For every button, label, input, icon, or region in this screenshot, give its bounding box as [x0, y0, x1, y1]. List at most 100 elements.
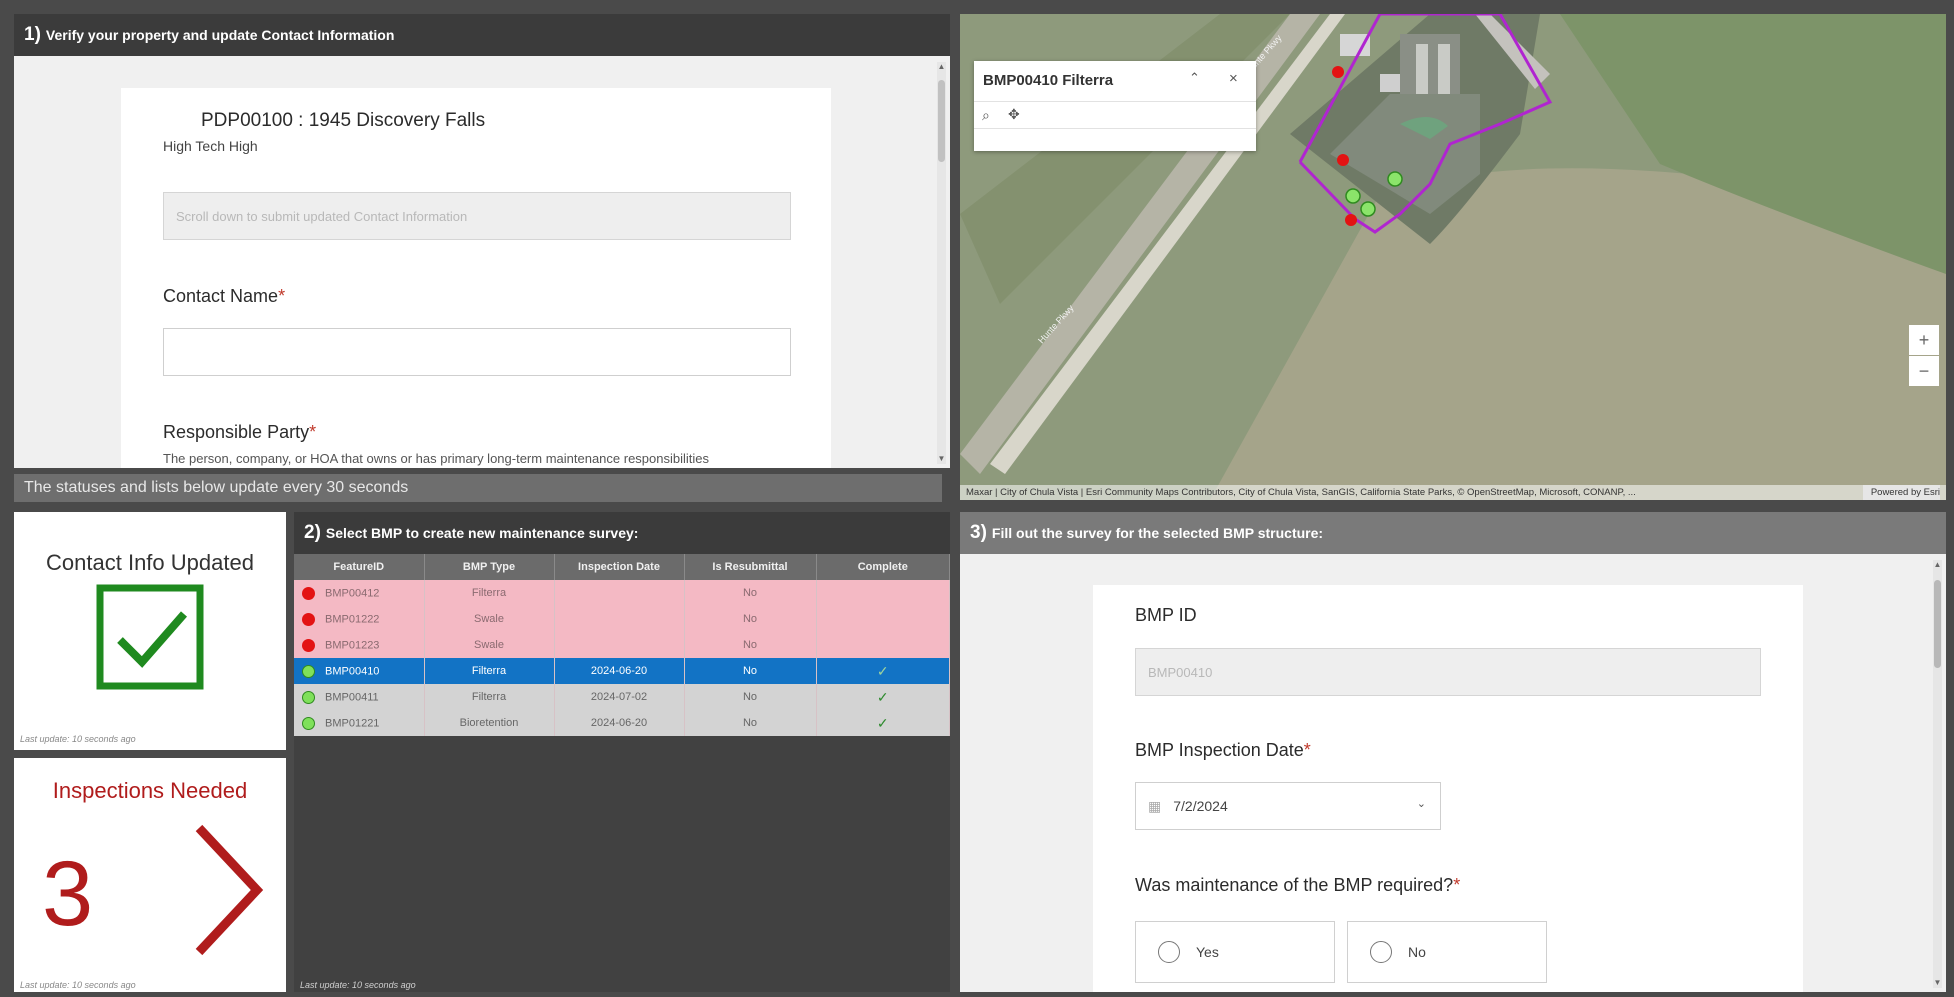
property-subtitle: High Tech High: [163, 138, 258, 154]
column-header-complete[interactable]: Complete: [816, 554, 950, 580]
table-row[interactable]: BMP00412 Filterra No: [294, 580, 950, 606]
powered-by-esri-link[interactable]: Powered by Esri: [1862, 485, 1940, 500]
complete-check-icon: ✓: [876, 714, 889, 731]
survey-form: BMP ID BMP00410 BMP Inspection Date* ▦ 7…: [1093, 585, 1803, 992]
panel-3-heading: Fill out the survey for the selected BMP…: [991, 525, 1324, 541]
inspections-needed-widget[interactable]: Inspections Needed 3 Last update: 10 sec…: [14, 758, 286, 992]
column-header-featureid[interactable]: FeatureID: [294, 554, 425, 580]
contact-name-input[interactable]: [163, 328, 791, 376]
panel-2-header: 2) Select BMP to create new maintenance …: [294, 512, 950, 554]
table-footer: Last update: 10 seconds ago: [300, 980, 416, 990]
status-red-dot-icon: [302, 638, 315, 652]
row-complete: [816, 632, 950, 658]
row-resubmittal: No: [684, 710, 817, 736]
row-featureid: BMP00411: [294, 684, 425, 710]
row-featureid: BMP00412: [294, 580, 425, 606]
contact-info-title: Contact Info Updated: [46, 550, 254, 575]
row-resubmittal: No: [684, 658, 817, 684]
row-complete: [816, 580, 950, 606]
row-complete: ✓: [816, 684, 950, 710]
map-popup: BMP00410 Filterra ⌃ × ⌕ ✥: [974, 61, 1256, 151]
zoom-in-button[interactable]: +: [1909, 325, 1939, 355]
contact-form: PDP00100 : 1945 Discovery Falls High Tec…: [121, 88, 831, 468]
table-row[interactable]: BMP01223 Swale No: [294, 632, 950, 658]
option-yes-label: Yes: [1196, 944, 1219, 960]
inspections-count: 3: [42, 843, 94, 945]
row-resubmittal: No: [684, 684, 817, 710]
scroll-up-arrow-icon[interactable]: ▲: [1933, 560, 1942, 570]
row-complete: ✓: [816, 658, 950, 684]
chevron-up-icon[interactable]: ⌃: [1189, 70, 1200, 86]
inspection-date-label: BMP Inspection Date*: [1135, 740, 1311, 760]
row-bmp-type: Swale: [424, 632, 555, 658]
status-bar: The statuses and lists below update ever…: [14, 474, 942, 502]
radio-circle-icon[interactable]: [1158, 941, 1180, 963]
bmp-list-panel: 2) Select BMP to create new maintenance …: [294, 512, 950, 992]
row-bmp-type: Filterra: [424, 580, 555, 606]
close-icon[interactable]: ×: [1229, 70, 1238, 87]
column-header-bmp-type[interactable]: BMP Type: [424, 554, 555, 580]
survey-panel: 3) Fill out the survey for the selected …: [960, 512, 1946, 992]
map-attribution: Maxar | City of Chula Vista | Esri Commu…: [960, 485, 1946, 500]
inspection-date-picker[interactable]: ▦ 7/2/2024 ⌄: [1135, 782, 1441, 830]
map-view[interactable]: Hunte Pkwy Hunte Pkwy BMP00410 Filterra …: [960, 14, 1946, 500]
status-green-dot-icon: [302, 664, 315, 678]
column-header-inspection-date[interactable]: Inspection Date: [554, 554, 685, 580]
status-red-dot-icon: [302, 612, 315, 626]
scroll-thumb[interactable]: [938, 80, 945, 162]
popup-title: BMP00410 Filterra: [983, 72, 1114, 89]
panel-1-heading: Verify your property and update Contact …: [45, 27, 395, 43]
table-row[interactable]: BMP00411 Filterra 2024-07-02 No ✓: [294, 684, 950, 710]
inspection-date-value: 7/2/2024: [1173, 798, 1228, 814]
status-red-dot-icon: [302, 586, 315, 600]
scroll-down-arrow-icon[interactable]: ▼: [937, 454, 946, 464]
contact-info-panel: 1) Verify your property and update Conta…: [14, 14, 950, 468]
row-inspection-date: 2024-06-20: [554, 710, 685, 736]
zoom-to-icon[interactable]: ⌕: [982, 107, 990, 124]
panel-3-scrollbar[interactable]: ▲ ▼: [1933, 560, 1942, 988]
column-header-is-resubmittal[interactable]: Is Resubmittal: [684, 554, 817, 580]
table-row[interactable]: BMP01221 Bioretention 2024-06-20 No ✓: [294, 710, 950, 736]
inspections-title: Inspections Needed: [52, 778, 248, 803]
scroll-down-arrow-icon[interactable]: ▼: [1933, 978, 1942, 988]
status-green-dot-icon: [302, 716, 315, 730]
row-resubmittal: No: [684, 632, 817, 658]
pan-icon[interactable]: ✥: [1008, 106, 1020, 123]
bmp-table: FeatureID BMP Type Inspection Date Is Re…: [294, 554, 950, 736]
row-inspection-date: [554, 632, 685, 658]
chevron-right-icon: [189, 820, 269, 960]
maintenance-question-label: Was maintenance of the BMP required?*: [1135, 875, 1461, 895]
attribution-text: Maxar | City of Chula Vista | Esri Commu…: [966, 487, 1636, 498]
table-header-row: FeatureID BMP Type Inspection Date Is Re…: [294, 554, 950, 580]
panel-1-number: 1): [24, 24, 41, 45]
row-resubmittal: No: [684, 606, 817, 632]
responsible-party-description: The person, company, or HOA that owns or…: [163, 451, 710, 466]
contact-info-widget[interactable]: Contact Info Updated Last update: 10 sec…: [14, 512, 286, 750]
row-bmp-type: Bioretention: [424, 710, 555, 736]
row-inspection-date: 2024-07-02: [554, 684, 685, 710]
panel-1-header: 1) Verify your property and update Conta…: [14, 14, 950, 56]
checkmark-icon: [96, 584, 204, 690]
option-yes[interactable]: Yes: [1135, 921, 1335, 983]
bmp-id-field: BMP00410: [1135, 648, 1761, 696]
radio-circle-icon[interactable]: [1370, 941, 1392, 963]
calendar-icon: ▦: [1148, 797, 1162, 814]
panel-2-heading: Select BMP to create new maintenance sur…: [325, 525, 639, 541]
row-inspection-date: 2024-06-20: [554, 658, 685, 684]
complete-check-icon: ✓: [876, 662, 889, 679]
bmp-id-label: BMP ID: [1135, 605, 1197, 625]
panel-1-scrollbar[interactable]: ▲ ▼: [937, 62, 946, 464]
property-title: PDP00100 : 1945 Discovery Falls: [201, 110, 486, 131]
row-complete: ✓: [816, 710, 950, 736]
table-row[interactable]: BMP01222 Swale No: [294, 606, 950, 632]
zoom-out-button[interactable]: −: [1909, 356, 1939, 386]
status-green-dot-icon: [302, 690, 315, 704]
table-row-selected[interactable]: BMP00410 Filterra 2024-06-20 No ✓: [294, 658, 950, 684]
row-resubmittal: No: [684, 580, 817, 606]
row-featureid: BMP01221: [294, 710, 425, 736]
scroll-thumb[interactable]: [1934, 580, 1941, 668]
contact-name-label: Contact Name*: [163, 286, 286, 306]
scroll-up-arrow-icon[interactable]: ▲: [937, 62, 946, 72]
option-no[interactable]: No: [1347, 921, 1547, 983]
inspections-widget-footer: Last update: 10 seconds ago: [20, 980, 136, 990]
